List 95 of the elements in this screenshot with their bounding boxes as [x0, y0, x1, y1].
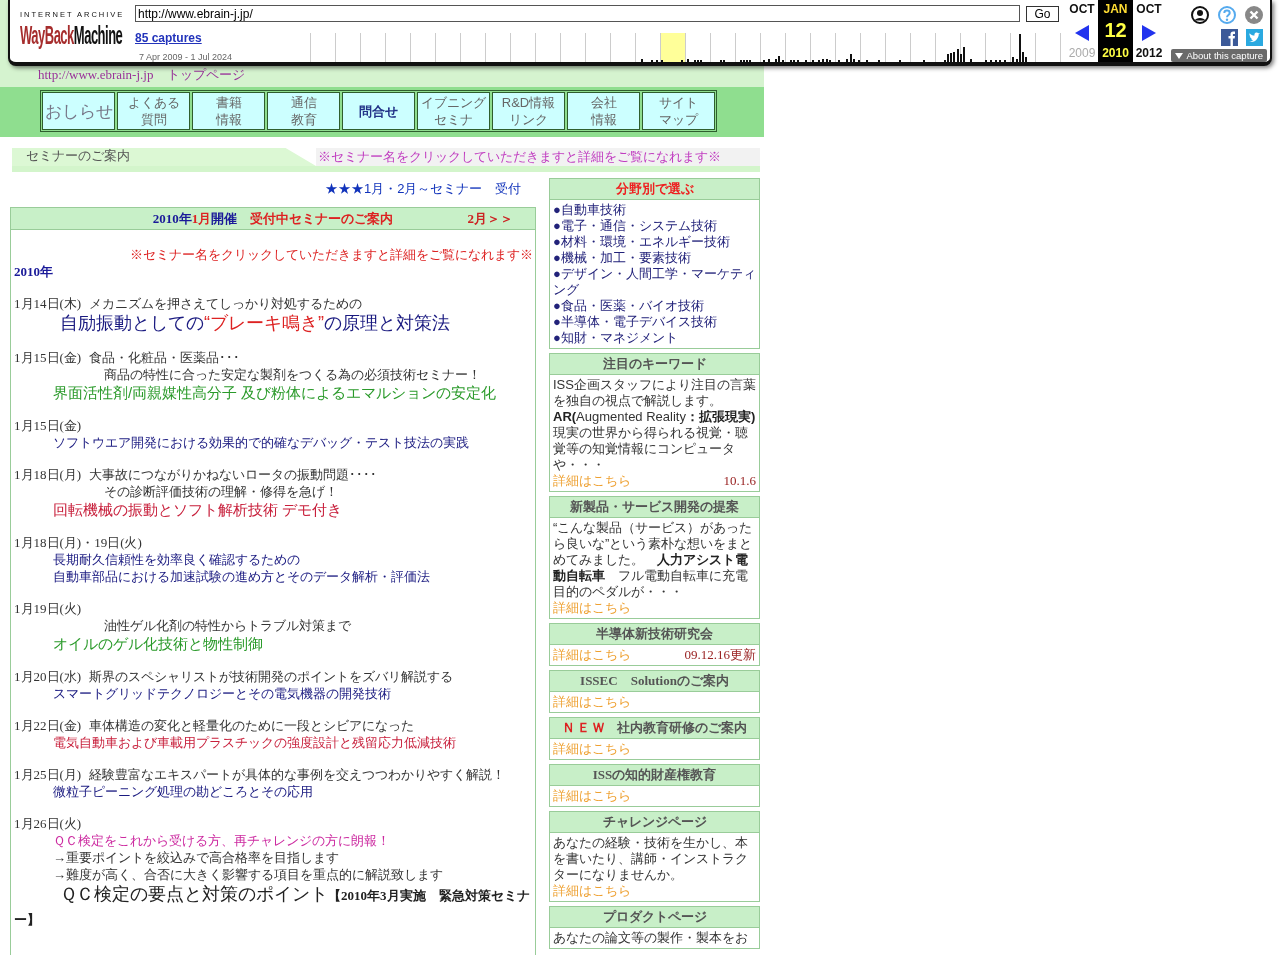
panel-text: あなたの論文等の製作・製本をお [553, 930, 749, 946]
panel-text: 現実の世界から得られる視覚・聴覚等の知覚情報にコンピュータや・・・ [553, 425, 749, 473]
calendar-year[interactable]: 2010 [1102, 46, 1129, 60]
seminar-date: 1月20日(水) [14, 669, 82, 684]
captures-link[interactable]: 85 captures [135, 31, 202, 45]
seminar-date: 1月15日(金) [14, 350, 82, 365]
seminar-title-link[interactable]: オイルのゲル化技術と物性制御 [53, 635, 263, 652]
seminar-date: 1月15日(金) [14, 418, 82, 433]
left-triangle-icon[interactable] [1075, 25, 1089, 41]
category-link[interactable]: ●自動車技術 [553, 202, 626, 218]
nav-button[interactable]: おしらせ [42, 92, 115, 130]
category-link[interactable]: ●デザイン・人間工学・マーケティング [553, 266, 756, 298]
seminar-title-link[interactable]: スマートグリッドテクノロジーとその電気機器の開発技術 [53, 686, 391, 701]
panel-title: ISSEC Solutionのご案内 [580, 673, 729, 688]
seminar-point: →重要ポイントを絞込みで高合格率を目指します [53, 850, 339, 865]
seminar-date: 1月26日(火) [14, 816, 82, 831]
category-link[interactable]: ●機械・加工・要素技術 [553, 250, 691, 266]
seminar-title-link[interactable]: ＱＣ検定の要点と対策のポイント【2010年3月実施 緊急対策セミナー】 [14, 883, 533, 931]
user-icon[interactable] [1191, 6, 1209, 24]
seminar-heading: 2010年1月開催 受付中セミナーのご案内 [152, 209, 394, 228]
panel-title: 分野別で選ぶ [615, 181, 694, 196]
new-label: ＮＥＷ [562, 720, 607, 735]
site-url-link[interactable]: http://www.ebrain-j.jp [38, 67, 154, 83]
category-link[interactable]: ●電子・通信・システム技術 [553, 218, 717, 234]
wayback-logo[interactable]: WayBackMachine [20, 22, 123, 48]
panel-text: あなたの経験・技術を生かし、本を書いたり、講師・インストラクターになりませんか。 [553, 835, 749, 883]
seminar-date: 1月14日(木) [14, 296, 82, 311]
nav-button[interactable]: 問合せ [342, 92, 415, 130]
update-date: 10.1.6 [723, 473, 756, 489]
nav-button[interactable]: 書籍情報 [192, 92, 265, 130]
seminar-lead: メカニズムを押さえてしっかり対処するための [89, 296, 363, 311]
panel-title: 半導体新技術研究会 [596, 626, 713, 641]
about-capture-button[interactable]: About this capture [1171, 49, 1267, 62]
seminar-date: 1月18日(月)・19日(火) [14, 535, 142, 550]
seminar-title-link[interactable]: 長期耐久信頼性を効率良く確認するための [53, 552, 300, 567]
nav-button[interactable]: サイトマップ [642, 92, 715, 130]
seminar-title-link[interactable]: 回転機械の振動とソフト解析技術 デモ付き [53, 501, 343, 518]
caret-icon [1175, 52, 1184, 59]
panel-title: プロダクトページ [602, 909, 707, 924]
seminar-lead: 大事故につながりかねないロータの振動問題････ [89, 467, 378, 482]
next-month-link[interactable]: 2月＞＞ [467, 209, 513, 228]
year-heading: 2010年 [14, 263, 53, 280]
nav-button[interactable]: R&D情報リンク [492, 92, 565, 130]
seminar-lead: 斯界のスペシャリストが技術開発のポイントをズバリ解説する [89, 669, 454, 684]
panel-title: 新製品・サービス開発の提案 [570, 499, 739, 514]
seminar-date: 1月19日(火) [14, 601, 82, 616]
category-link[interactable]: ●材料・環境・エネルギー技術 [553, 234, 730, 250]
seminar-point: →難度が高く、合否に大きく影響する項目を重点的に解説致します [53, 867, 443, 882]
seminar-title-link[interactable]: ソフトウエア開発における効果的で的確なデバッグ・テスト技法の実践 [53, 435, 469, 450]
panel-title: ISSの知的財産権教育 [592, 767, 717, 782]
seminar-note: 商品の特性に合った安定な製剤をつくる為の必須技術セミナー！ [104, 367, 481, 382]
twitter-bird-icon[interactable] [1246, 29, 1263, 46]
close-icon[interactable] [1245, 6, 1263, 24]
nav-button[interactable]: 通信教育 [267, 92, 340, 130]
panel-text: “こんな製品（サービス）があったら良いな”という素朴な想いをまとめてみました。 人力アシスト電動自転車 フル電動自転車に充電目的のペダルが・・・ [553, 520, 754, 600]
panel-title: 注目のキーワード [602, 356, 707, 371]
nav-button[interactable]: 会社情報 [567, 92, 640, 130]
right-triangle-icon[interactable] [1142, 25, 1156, 41]
capture-date-range: 7 Apr 2009 - 1 Jul 2024 [139, 52, 233, 62]
category-link[interactable]: ●知財・マネジメント [553, 330, 678, 346]
seminar-date: 1月22日(金) [14, 718, 82, 733]
panel-text: AR(Augmented Reality：拡張現実) [553, 409, 756, 425]
seminar-date: 1月18日(月) [14, 467, 82, 482]
seminar-title-link[interactable]: 界面活性剤/両親媒性高分子 及び粉体によるエマルションの安定化 [53, 384, 497, 401]
seminar-title-link[interactable]: 自動車部品における加速試験の進め方とそのデータ解析・評価法 [53, 569, 430, 584]
seminar-lead: 経験豊富なエキスパートが具体的な事例を交えつつわかりやすく解説！ [89, 767, 506, 782]
seminar-teaser: ＱＣ検定をこれから受ける方、再チャレンジの方に朗報！ [53, 833, 390, 848]
seminar-lead: 車体構造の変化と軽量化のために一段とシビアになった [89, 718, 415, 733]
panel-title: チャレンジページ [602, 814, 707, 829]
calendar-month[interactable]: JAN [1103, 2, 1128, 16]
seminar-title-link[interactable]: 自励振動としての“ブレーキ鳴き”の原理と対策法 [14, 312, 533, 334]
section-heading: セミナーのご案内 [12, 148, 316, 166]
seminar-date: 1月25日(月) [14, 767, 82, 782]
seminar-title-link[interactable]: 電気自動車および車載用プラスチックの強度設計と残留応力低減技術 [53, 735, 456, 750]
calendar-day[interactable]: 12 [1104, 19, 1127, 41]
seminar-lead: 食品・化粧品・医薬品･･･ [89, 350, 241, 365]
go-button[interactable]: Go [1026, 5, 1059, 22]
top-page-link[interactable]: トップページ [167, 67, 246, 83]
calendar-year[interactable]: 2012 [1135, 46, 1163, 60]
seminar-note: 油性ゲル化剤の特性からトラブル対策まで [104, 618, 351, 633]
category-link[interactable]: ●半導体・電子デバイス技術 [553, 314, 717, 330]
nav-button[interactable]: イブニングセミナ [417, 92, 490, 130]
update-date: 09.12.16更新 [684, 647, 756, 663]
click-notice: ※セミナー名をクリックしていただきますと詳細をご覧になれます※ [130, 246, 533, 263]
click-notice: ※セミナー名をクリックしていただきますと詳細をご覧になれます※ [316, 148, 760, 166]
seminar-title-link[interactable]: 微粒子ピーニング処理の勘どころとその応用 [53, 784, 313, 799]
nav-button[interactable]: よくある質問 [117, 92, 190, 130]
facebook-icon[interactable] [1221, 29, 1238, 46]
category-link[interactable]: ●食品・医薬・バイオ技術 [553, 298, 704, 314]
panel-title: 社内教育研修のご案内 [617, 720, 747, 735]
panel-text: ISS企画スタッフにより注目の言葉を独自の視点で解説します。 [553, 377, 756, 409]
seminar-ticker: ★★★1月・2月～セミナー 受付 [325, 181, 522, 197]
calendar-month[interactable]: OCT [1136, 2, 1162, 16]
seminar-note: その診断評価技術の理解・修得を急げ！ [104, 484, 338, 499]
url-field[interactable]: http://www.ebrain-j.jp/ [135, 5, 1020, 22]
